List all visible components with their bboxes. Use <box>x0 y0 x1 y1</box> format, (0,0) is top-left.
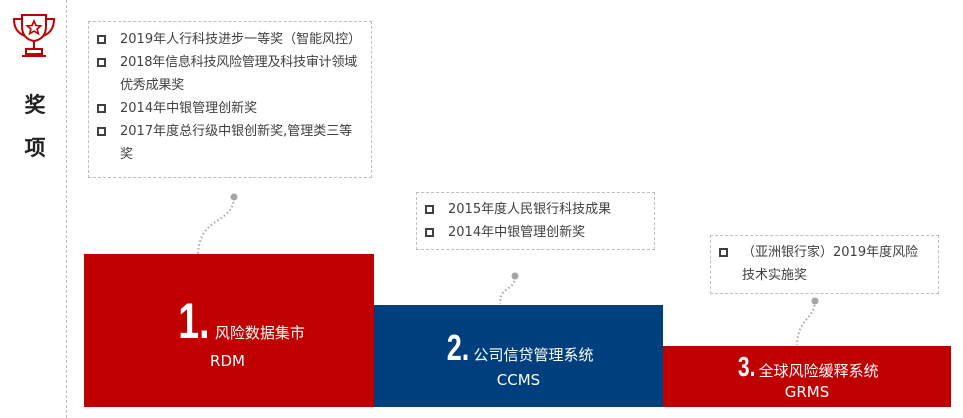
system-name: 全球风险缓释系统 <box>758 362 879 380</box>
system-block-rdm[interactable]: 1. 风险数据集市 RDM <box>84 254 374 407</box>
connector-line <box>499 276 516 305</box>
system-block-ccms[interactable]: 2. 公司信贷管理系统 CCMS <box>374 305 663 407</box>
system-block-grms[interactable]: 3. 全球风险缓释系统 GRMS <box>663 346 951 407</box>
system-number: 2. <box>447 327 470 368</box>
connector-dot <box>230 193 238 201</box>
system-code: RDM <box>210 352 245 370</box>
system-number: 3. <box>738 351 756 382</box>
connector-line <box>197 197 235 255</box>
system-name: 公司信贷管理系统 <box>473 346 594 364</box>
connector-dot <box>811 297 819 305</box>
connector-line <box>796 300 816 346</box>
system-code: CCMS <box>496 371 541 389</box>
system-name: 风险数据集市 <box>214 324 305 342</box>
connector-dot <box>511 272 519 280</box>
system-code: GRMS <box>784 383 830 401</box>
system-number: 1. <box>178 293 210 349</box>
